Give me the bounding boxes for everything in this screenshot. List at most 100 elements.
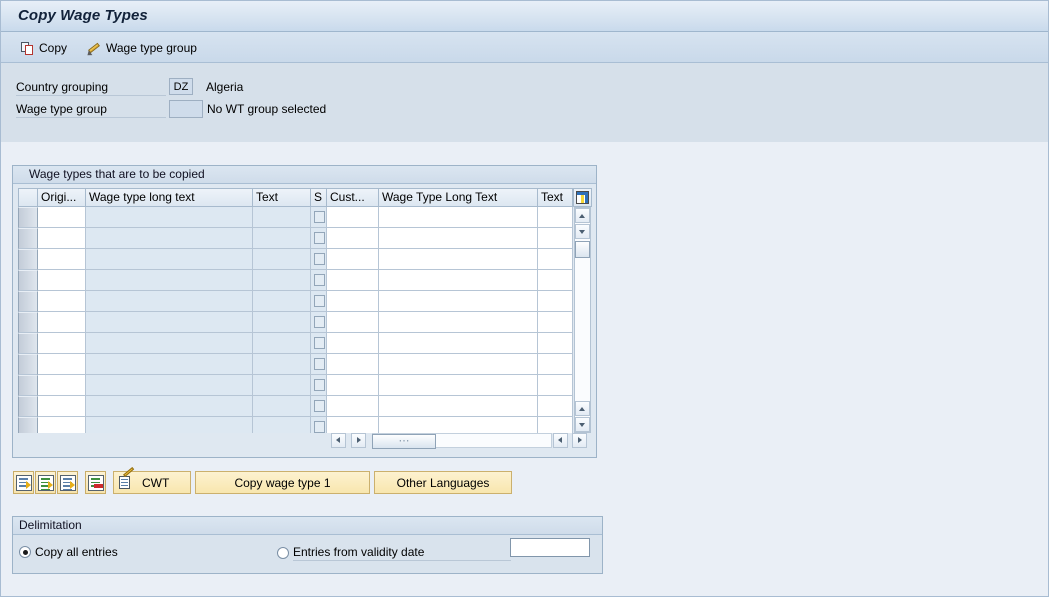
arrow-right-decoration: [70, 481, 75, 489]
row-checkbox[interactable]: [314, 379, 325, 391]
cell-text1: [253, 396, 311, 417]
row-selector-cell[interactable]: [18, 417, 38, 433]
cell-text2: [538, 375, 573, 396]
table-row[interactable]: [18, 312, 573, 333]
deselect-all-icon-button[interactable]: [57, 471, 78, 494]
column-header-orig[interactable]: Origi...: [38, 188, 86, 207]
cell-text2: [538, 333, 573, 354]
cell-s[interactable]: [311, 375, 327, 396]
row-checkbox[interactable]: [314, 274, 325, 286]
row-checkbox[interactable]: [314, 295, 325, 307]
row-checkbox[interactable]: [314, 358, 325, 370]
hscroll-right-button-left[interactable]: [351, 433, 366, 448]
delete-entry-icon-button[interactable]: [85, 471, 106, 494]
cell-s[interactable]: [311, 417, 327, 433]
row-selector-cell[interactable]: [18, 396, 38, 417]
cell-s[interactable]: [311, 396, 327, 417]
minus-decoration: [94, 484, 103, 488]
cell-s[interactable]: [311, 333, 327, 354]
horizontal-scroll-thumb[interactable]: [372, 434, 436, 449]
cell-text2: [538, 249, 573, 270]
cell-s[interactable]: [311, 270, 327, 291]
cell-cust: [327, 312, 379, 333]
row-selector-cell[interactable]: [18, 207, 38, 228]
row-selector-cell[interactable]: [18, 375, 38, 396]
table-row[interactable]: [18, 417, 573, 433]
horizontal-scroll-track[interactable]: [372, 433, 552, 449]
validity-date-input[interactable]: [510, 538, 590, 557]
cell-s[interactable]: [311, 291, 327, 312]
row-selector-cell[interactable]: [18, 228, 38, 249]
table-caption: Wage types that are to be copied: [13, 166, 596, 184]
row-selector-cell[interactable]: [18, 291, 38, 312]
column-header-label: Text: [256, 190, 279, 204]
cell-text2: [538, 228, 573, 249]
arrow-right-decoration: [26, 481, 31, 489]
wage-type-group-button[interactable]: Wage type group: [81, 36, 203, 60]
hscroll-left-button-left[interactable]: [331, 433, 346, 448]
cell-text1: [253, 249, 311, 270]
cell-s[interactable]: [311, 354, 327, 375]
cell-wtlt: [86, 249, 253, 270]
column-header-s[interactable]: S: [311, 188, 327, 207]
table-row[interactable]: [18, 249, 573, 270]
scroll-down-button-top[interactable]: [575, 224, 590, 239]
row-checkbox[interactable]: [314, 316, 325, 328]
entries-from-validity-date-radio[interactable]: [277, 547, 289, 559]
row-checkbox[interactable]: [314, 400, 325, 412]
scroll-up-button-bottom[interactable]: [575, 401, 590, 416]
row-selector-cell[interactable]: [18, 312, 38, 333]
vertical-scrollbar[interactable]: [574, 207, 591, 433]
country-grouping-input[interactable]: [169, 78, 193, 95]
cell-s[interactable]: [311, 228, 327, 249]
row-checkbox[interactable]: [314, 211, 325, 223]
hscroll-left-button-right[interactable]: [553, 433, 568, 448]
row-selector-cell[interactable]: [18, 333, 38, 354]
row-checkbox[interactable]: [314, 253, 325, 265]
vertical-scroll-thumb[interactable]: [575, 241, 590, 258]
copy-wage-type-1-button[interactable]: Copy wage type 1: [195, 471, 370, 494]
table-row[interactable]: [18, 270, 573, 291]
row-selector-cell[interactable]: [18, 249, 38, 270]
cell-s[interactable]: [311, 249, 327, 270]
cell-orig: [38, 375, 86, 396]
table-row[interactable]: [18, 207, 573, 228]
column-header-text1[interactable]: Text: [253, 188, 311, 207]
wage-type-group-input[interactable]: [169, 100, 203, 118]
copy-button[interactable]: Copy: [15, 36, 73, 60]
column-header-text2[interactable]: Text: [538, 188, 573, 207]
table-row[interactable]: [18, 228, 573, 249]
row-checkbox[interactable]: [314, 232, 325, 244]
row-selector-cell[interactable]: [18, 270, 38, 291]
copy-all-entries-radio[interactable]: [19, 546, 31, 558]
delimitation-caption: Delimitation: [13, 517, 602, 535]
scroll-down-button-bottom[interactable]: [575, 417, 590, 432]
row-selector-cell[interactable]: [18, 354, 38, 375]
table-row[interactable]: [18, 354, 573, 375]
table-row[interactable]: [18, 333, 573, 354]
grid-header-row: Origi... Wage type long text Text S Cust... W…: [18, 188, 592, 207]
hscroll-right-button-right[interactable]: [572, 433, 587, 448]
scroll-up-button-top[interactable]: [575, 208, 590, 223]
table-settings-icon[interactable]: [573, 188, 592, 207]
cell-cust: [327, 333, 379, 354]
row-checkbox[interactable]: [314, 421, 325, 433]
row-checkbox[interactable]: [314, 337, 325, 349]
column-header-cust[interactable]: Cust...: [327, 188, 379, 207]
pencil-icon: [85, 42, 101, 58]
cell-s[interactable]: [311, 312, 327, 333]
column-header-wtlt2[interactable]: Wage Type Long Text: [379, 188, 538, 207]
cwt-button[interactable]: CWT: [113, 466, 191, 494]
table-row[interactable]: [18, 375, 573, 396]
other-languages-button[interactable]: Other Languages: [374, 471, 512, 494]
table-row[interactable]: [18, 396, 573, 417]
cell-s[interactable]: [311, 207, 327, 228]
copy-wage-type-icon-button[interactable]: [13, 471, 34, 494]
cell-text1: [253, 312, 311, 333]
column-header-sel[interactable]: [18, 188, 38, 207]
sap-window: Copy Wage Types Copy Wage type group © w…: [0, 0, 1049, 597]
cell-wtlt: [86, 396, 253, 417]
table-row[interactable]: [18, 291, 573, 312]
select-all-icon-button[interactable]: [35, 471, 56, 494]
column-header-wtlt[interactable]: Wage type long text: [86, 188, 253, 207]
